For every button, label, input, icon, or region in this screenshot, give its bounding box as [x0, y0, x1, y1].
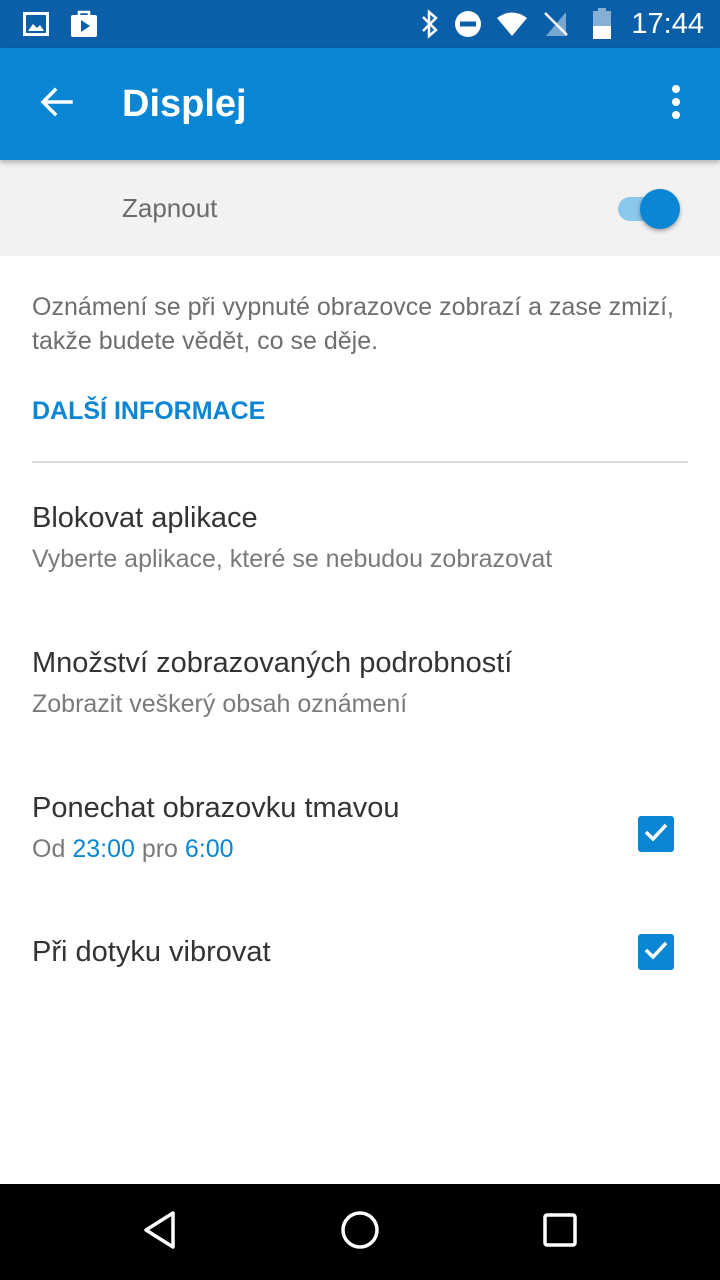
pref-block-apps[interactable]: Blokovat aplikace Vyberte aplikace, kter… — [0, 490, 720, 610]
check-icon — [642, 818, 670, 851]
no-sim-icon — [540, 8, 572, 40]
pref-subtitle: Vyberte aplikace, které se nebudou zobra… — [32, 545, 553, 573]
back-triangle-icon — [140, 1210, 180, 1255]
master-switch-row[interactable]: Zapnout — [0, 160, 720, 256]
system-nav-bar — [0, 1184, 720, 1280]
master-switch-label: Zapnout — [122, 193, 218, 223]
pref-keep-screen-dark[interactable]: Ponechat obrazovku tmavou Od 23:00 pro 6… — [0, 780, 720, 900]
play-store-icon — [68, 8, 100, 40]
home-circle-icon — [340, 1210, 380, 1255]
check-icon — [642, 936, 670, 969]
master-toggle-switch[interactable] — [616, 188, 684, 229]
pref-title: Ponechat obrazovku tmavou — [32, 792, 400, 824]
nav-recents-button[interactable] — [536, 1208, 584, 1256]
recents-square-icon — [540, 1210, 580, 1255]
pref-title: Množství zobrazovaných podrobností — [32, 647, 513, 679]
divider — [32, 461, 688, 463]
pref-subtitle: Od 23:00 pro 6:00 — [32, 832, 234, 866]
nav-back-button[interactable] — [136, 1208, 184, 1256]
battery-icon — [586, 8, 618, 40]
do-not-disturb-icon — [452, 8, 484, 40]
status-bar: 17:44 — [0, 0, 720, 48]
feature-description: Oznámení se při vypnuté obrazovce zobraz… — [32, 293, 674, 355]
nav-home-button[interactable] — [336, 1208, 384, 1256]
start-time-link[interactable]: 23:00 — [72, 835, 135, 863]
more-info-link[interactable]: DALŠÍ INFORMACE — [32, 394, 265, 428]
subtitle-from: Od — [32, 835, 66, 863]
pref-title: Při dotyku vibrovat — [32, 936, 271, 968]
more-vert-icon — [671, 84, 681, 125]
bluetooth-icon — [414, 8, 446, 40]
status-time: 17:44 — [631, 8, 704, 40]
pref-vibrate-on-touch[interactable]: Při dotyku vibrovat — [0, 920, 720, 990]
overflow-menu-button[interactable] — [648, 76, 704, 132]
keep-dark-checkbox[interactable] — [638, 816, 674, 852]
end-time-link[interactable]: 6:00 — [185, 835, 234, 863]
vibrate-checkbox[interactable] — [638, 934, 674, 970]
app-bar: Displej — [0, 48, 720, 160]
pref-detail-amount[interactable]: Množství zobrazovaných podrobností Zobra… — [0, 635, 720, 755]
back-button[interactable] — [28, 76, 84, 132]
wifi-icon — [496, 8, 528, 40]
page-title: Displej — [122, 83, 247, 125]
pref-subtitle: Zobrazit veškerý obsah oznámení — [32, 690, 408, 718]
subtitle-to: pro — [141, 835, 178, 863]
toggle-thumb — [640, 189, 680, 229]
arrow-back-icon — [38, 84, 74, 125]
image-icon — [20, 8, 52, 40]
pref-title: Blokovat aplikace — [32, 502, 258, 534]
